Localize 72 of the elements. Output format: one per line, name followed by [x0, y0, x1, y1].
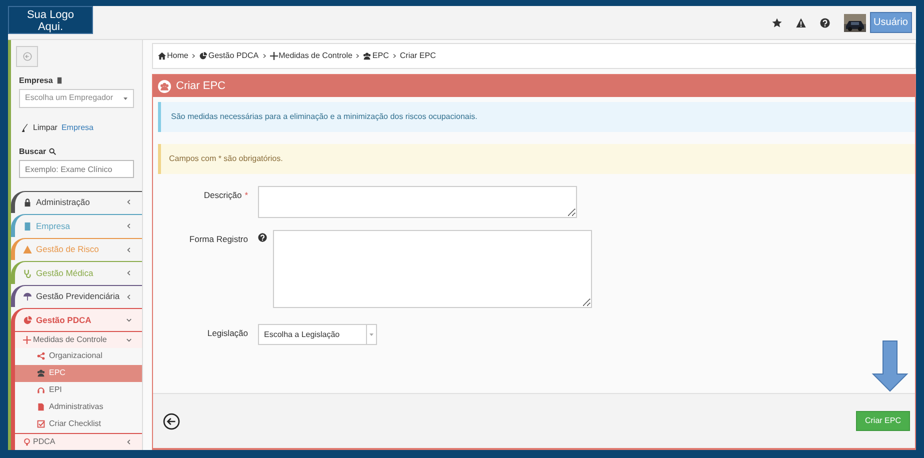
- sidebar-item[interactable]: Gestão PDCA: [11, 308, 142, 331]
- collapse-button[interactable]: [16, 46, 38, 67]
- legislation-select[interactable]: Escolha a Legislação: [258, 324, 377, 345]
- back-icon: [22, 52, 32, 61]
- headset-icon: [37, 386, 45, 394]
- text-area[interactable]: [258, 186, 577, 218]
- broom-icon: [21, 122, 29, 134]
- caret-icon: [123, 96, 128, 101]
- move-icon: [23, 336, 31, 344]
- warning-icon: [796, 18, 806, 28]
- company-select[interactable]: Escolha um Empregador: [19, 88, 134, 108]
- sidebar-item[interactable]: PDCA: [15, 432, 142, 450]
- chevron-right-icon: [392, 53, 397, 59]
- info-text: São medidas necessárias para a eliminação e a minimização dos riscos ocupacionais.: [171, 111, 478, 123]
- checkbox-icon: [37, 420, 45, 428]
- breadcrumb-link[interactable]: Home: [158, 50, 188, 62]
- home-icon: [158, 52, 166, 60]
- building-icon: [56, 77, 63, 84]
- chevron-down-icon: [126, 336, 132, 343]
- field-label: Buscar: [19, 146, 46, 158]
- required-mark: *: [244, 190, 248, 200]
- chevron-left-icon: [126, 270, 132, 276]
- lock-icon: [23, 198, 32, 207]
- sidebar-item[interactable]: Criar Checklist: [15, 416, 142, 433]
- breadcrumb-link[interactable]: EPC: [363, 50, 389, 62]
- stethoscope-icon: [23, 268, 32, 278]
- arrow-icon: [871, 340, 909, 392]
- lightbulb-icon: [23, 438, 31, 446]
- document-icon: [37, 403, 45, 412]
- chevron-right-icon: [191, 53, 196, 59]
- field-label: Forma Registro: [189, 234, 248, 244]
- pie-chart-icon: [23, 316, 32, 325]
- group-icon: [37, 369, 45, 378]
- breadcrumb-link[interactable]: Gestão PDCA: [199, 50, 259, 62]
- group-icon: [363, 52, 372, 60]
- umbrella-icon: [23, 292, 32, 302]
- field-label: Descrição: [204, 190, 242, 200]
- move-icon: [270, 52, 278, 60]
- chevron-left-icon: [126, 246, 132, 253]
- building-icon: [23, 222, 32, 231]
- share-icon: [37, 352, 45, 360]
- chevron-left-icon: [126, 294, 132, 300]
- clear-text: Limpar: [33, 122, 58, 134]
- clear-company-link[interactable]: Empresa: [61, 122, 94, 134]
- caret-icon: [369, 332, 374, 337]
- sidebar-item[interactable]: Administrativas: [15, 398, 142, 416]
- sidebar-item[interactable]: Organizacional: [15, 348, 142, 365]
- field-label: Legislação: [207, 328, 248, 338]
- sidebar-item[interactable]: EPI: [15, 382, 142, 399]
- text-area[interactable]: [273, 230, 592, 308]
- panel-title: Criar EPC: [176, 78, 226, 94]
- back-button[interactable]: [163, 412, 180, 430]
- search-icon: [49, 148, 56, 156]
- chevron-right-icon: [355, 53, 360, 59]
- star-icon: [772, 18, 782, 28]
- chevron-down-icon: [126, 317, 132, 324]
- user-button[interactable]: Usuário: [870, 12, 912, 33]
- field-label: Empresa: [19, 74, 53, 87]
- chevron-left-icon: [126, 199, 132, 206]
- breadcrumb-link[interactable]: Medidas de Controle: [270, 50, 352, 62]
- chevron-left-icon: [126, 223, 132, 230]
- chevron-left-icon: [126, 438, 132, 445]
- search-field[interactable]: Exemplo: Exame Clínico: [19, 160, 134, 178]
- logo-text: Sua Logo Aqui.: [8, 6, 93, 34]
- submit-button[interactable]: Criar EPC: [856, 411, 910, 431]
- group-icon: [158, 80, 171, 92]
- pie-chart-icon: [199, 52, 208, 60]
- warning-icon: [23, 245, 32, 254]
- warning-text: Campos com * são obrigatórios.: [169, 153, 283, 165]
- sidebar-item[interactable]: Administração: [11, 190, 142, 214]
- chevron-right-icon: [262, 53, 267, 59]
- help-icon: [820, 18, 830, 28]
